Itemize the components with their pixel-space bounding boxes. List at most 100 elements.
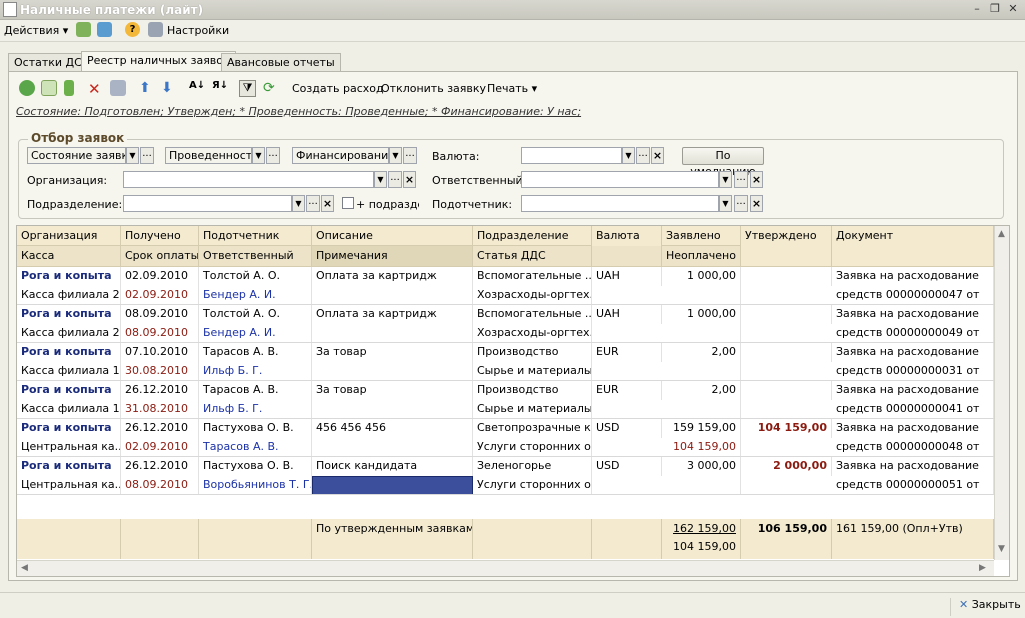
restore-icon[interactable]: ❐	[988, 3, 1002, 16]
currency-dropdown-icon[interactable]: ▼	[622, 147, 635, 164]
org-dropdown-icon[interactable]: ▼	[374, 171, 387, 188]
print-menu[interactable]: Печать ▾	[487, 82, 537, 95]
edit-icon[interactable]	[64, 80, 81, 97]
financing-field[interactable]: Финансирование	[292, 147, 389, 164]
create-expense-button[interactable]: Создать расход	[292, 82, 384, 95]
subdivisions-label: + подразделения	[356, 198, 419, 211]
financing-select-icon[interactable]: ...	[403, 147, 417, 164]
division-select-icon[interactable]: ...	[306, 195, 320, 212]
tab-balances[interactable]: Остатки ДС	[8, 53, 88, 72]
column-header[interactable]: Документ	[832, 226, 994, 267]
org-clear-icon[interactable]: ×	[403, 171, 416, 188]
copy-icon[interactable]	[41, 80, 58, 97]
currency-cell: USD	[592, 419, 662, 438]
reject-request-button[interactable]: Отклонить заявку	[381, 82, 486, 95]
move-down-icon[interactable]: ⬇	[161, 80, 178, 97]
sort-asc-icon[interactable]: A↓	[189, 80, 206, 97]
responsible-clear-icon[interactable]: ×	[750, 171, 763, 188]
responsible-select-icon[interactable]: ...	[734, 171, 748, 188]
minimize-icon[interactable]: –	[970, 3, 984, 16]
footer-unpaid: 104 159,00	[673, 540, 736, 553]
posted-dropdown-icon[interactable]: ▼	[252, 147, 265, 164]
column-header[interactable]: Утверждено	[741, 226, 832, 267]
default-button[interactable]: По умолчанию	[682, 147, 764, 178]
subdivisions-checkbox[interactable]	[342, 197, 354, 209]
description-cell: Оплата за картридж	[312, 305, 473, 324]
org-cell: Рога и копыта	[17, 305, 121, 324]
currency-cell: UAH	[592, 267, 662, 286]
accountable-dropdown-icon[interactable]: ▼	[719, 195, 732, 212]
article-cell: Хозрасходы-оргтех...	[473, 324, 592, 343]
sort-desc-icon[interactable]: Я↓	[212, 80, 229, 97]
move-up-icon[interactable]: ⬆	[139, 80, 156, 97]
division-clear-icon[interactable]: ×	[321, 195, 334, 212]
cash-cell: Касса филиала 1...	[17, 400, 121, 419]
division-cell: Зеленогорье	[473, 457, 592, 476]
refresh-back-icon[interactable]	[76, 22, 91, 40]
column-header[interactable]: Описание	[312, 226, 473, 246]
division-input[interactable]	[123, 195, 292, 212]
column-header[interactable]: Организация	[17, 226, 121, 246]
tab-advance-reports[interactable]: Авансовые отчеты	[221, 53, 341, 72]
state-select-icon[interactable]: ...	[140, 147, 154, 164]
horizontal-scrollbar[interactable]: ◀ ▶	[17, 560, 994, 576]
column-header[interactable]: Получено	[121, 226, 199, 246]
scroll-up-icon[interactable]: ▲	[998, 229, 1005, 239]
org-label: Организация:	[27, 174, 108, 187]
column-header[interactable]: Ответственный	[199, 246, 312, 267]
cash-cell: Центральная ка...	[17, 476, 121, 495]
accountable-clear-icon[interactable]: ×	[750, 195, 763, 212]
close-button[interactable]: ✕ Закрыть	[950, 598, 1021, 616]
scroll-down-icon[interactable]: ▼	[998, 544, 1005, 554]
financing-dropdown-icon[interactable]: ▼	[389, 147, 402, 164]
responsible-cell: Ильф Б. Г.	[199, 400, 312, 419]
note-cell[interactable]	[312, 476, 473, 495]
currency-select-icon[interactable]: ...	[636, 147, 650, 164]
document-cell: Заявка на расходование	[832, 457, 994, 476]
column-header[interactable]: Неоплачено	[662, 246, 741, 267]
filter-icon[interactable]: ⧩	[239, 80, 256, 97]
scroll-right-icon[interactable]: ▶	[979, 563, 986, 573]
add-icon[interactable]	[19, 80, 36, 97]
approved-cell: 104 159,00	[741, 419, 832, 438]
column-header[interactable]: Срок оплаты	[121, 246, 199, 267]
responsible-dropdown-icon[interactable]: ▼	[719, 171, 732, 188]
requests-table[interactable]: Организация Получено Подотчетник Описание По…	[16, 225, 1010, 577]
scroll-left-icon[interactable]: ◀	[21, 563, 28, 573]
actions-menu[interactable]: Действия ▾	[4, 24, 68, 37]
accountable-input[interactable]	[521, 195, 719, 212]
vertical-scrollbar[interactable]: ▲ ▼	[994, 226, 1009, 560]
responsible-input[interactable]	[521, 171, 719, 188]
delete-icon[interactable]: ✕	[88, 80, 105, 98]
close-window-icon[interactable]: ✕	[1006, 3, 1020, 16]
org-input[interactable]	[123, 171, 374, 188]
help-icon[interactable]: ?	[125, 22, 140, 37]
posted-field[interactable]: Проведенность	[165, 147, 252, 164]
refresh-icon[interactable]: ⟳	[263, 80, 280, 97]
status-line[interactable]: Состояние: Подготовлен; Утвержден; * Про…	[16, 105, 581, 118]
state-field[interactable]: Состояние заявки	[27, 147, 126, 164]
division-cell: Производство	[473, 343, 592, 362]
unpaid-cell	[662, 400, 741, 419]
document-cell: Заявка на расходование	[832, 267, 994, 286]
declared-cell: 2,00	[662, 381, 741, 400]
refresh-forward-icon[interactable]	[97, 22, 112, 40]
settings-menu[interactable]: Настройки	[167, 24, 229, 37]
column-header[interactable]: Заявлено	[662, 226, 741, 246]
column-header[interactable]: Подразделение	[473, 226, 592, 246]
org-select-icon[interactable]: ...	[388, 171, 402, 188]
settings-icon[interactable]	[148, 22, 163, 40]
accountable-select-icon[interactable]: ...	[734, 195, 748, 212]
article-cell: Сырье и материалы	[473, 400, 592, 419]
currency-input[interactable]	[521, 147, 622, 164]
tab-cash-requests[interactable]: Реестр наличных заявок	[81, 51, 236, 72]
currency-clear-icon[interactable]: ×	[651, 147, 664, 164]
column-header[interactable]: Статья ДДС	[473, 246, 592, 267]
column-header[interactable]: Касса	[17, 246, 121, 267]
column-header[interactable]: Подотчетник	[199, 226, 312, 246]
division-dropdown-icon[interactable]: ▼	[292, 195, 305, 212]
column-header[interactable]: Примечания	[312, 246, 473, 267]
post-icon[interactable]	[110, 80, 127, 97]
state-dropdown-icon[interactable]: ▼	[126, 147, 139, 164]
posted-select-icon[interactable]: ...	[266, 147, 280, 164]
